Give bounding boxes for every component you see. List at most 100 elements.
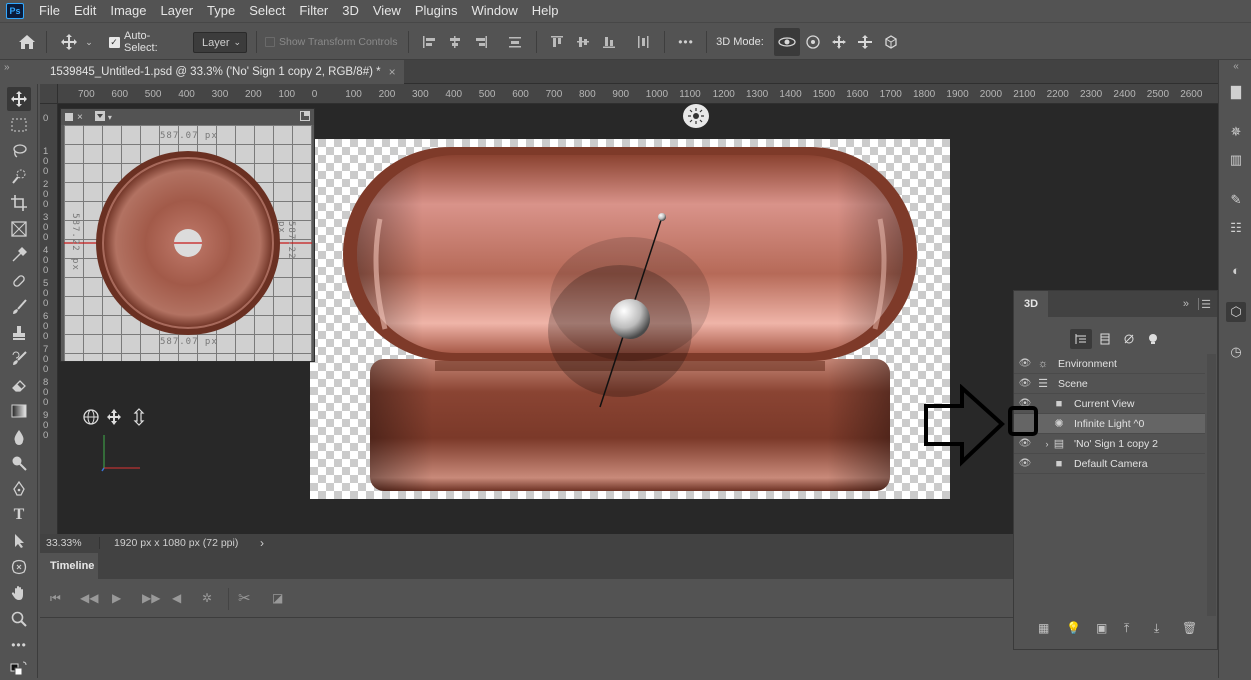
collapse-panel-icon[interactable]: » bbox=[1183, 298, 1189, 310]
meshes-filter-icon[interactable] bbox=[1094, 329, 1116, 349]
light-widget-icon[interactable] bbox=[683, 104, 709, 128]
edit-toolbar-icon[interactable]: ••• bbox=[7, 633, 31, 657]
previous-frame-icon[interactable]: ◀◀ bbox=[80, 591, 98, 605]
properties-sliders-icon[interactable]: ☷ bbox=[1226, 218, 1246, 238]
eyedropper-tool-icon[interactable] bbox=[7, 243, 31, 267]
align-middle-icon[interactable] bbox=[574, 23, 592, 61]
histogram-icon[interactable]: ▇ bbox=[1226, 82, 1246, 102]
toolbar-collapse-icon[interactable]: » bbox=[0, 60, 38, 84]
layer-row-current-view[interactable]: 👁 ■ Current View bbox=[1014, 394, 1205, 414]
secondary-view-window[interactable]: × ▾ 587.07 px 587.07 px 587.22 px 587.22… bbox=[60, 108, 315, 362]
visibility-eye-icon[interactable]: 👁 bbox=[1018, 358, 1032, 369]
status-menu-arrow-icon[interactable]: › bbox=[260, 536, 264, 550]
orbit-3d-icon[interactable] bbox=[774, 28, 800, 56]
layer-row-infinite-light[interactable]: ✺ Infinite Light ^0 bbox=[1014, 414, 1205, 434]
pan-3d-icon[interactable] bbox=[828, 23, 850, 61]
home-icon[interactable] bbox=[14, 23, 40, 61]
spot-healing-tool-icon[interactable] bbox=[7, 269, 31, 293]
dodge-tool-icon[interactable] bbox=[7, 451, 31, 475]
show-transform-checkbox[interactable] bbox=[264, 23, 276, 61]
layer-row-environment[interactable]: 👁 ☼ Environment bbox=[1014, 354, 1205, 374]
tab-3d[interactable]: 3D bbox=[1014, 291, 1048, 317]
align-to-ground-icon[interactable]: ⤓ bbox=[1154, 621, 1159, 636]
clone-stamp-tool-icon[interactable] bbox=[7, 321, 31, 345]
crop-tool-icon[interactable] bbox=[7, 191, 31, 215]
histogram-chart-icon[interactable]: ▥ bbox=[1226, 150, 1246, 170]
gradient-tool-icon[interactable] bbox=[7, 399, 31, 423]
menu-file[interactable]: File bbox=[32, 0, 67, 22]
color-swatches-icon[interactable] bbox=[7, 656, 31, 680]
more-options-icon[interactable]: ••• bbox=[674, 23, 698, 61]
collapse-dock-icon[interactable]: « bbox=[1226, 60, 1246, 72]
align-top-icon[interactable] bbox=[548, 23, 566, 61]
path-selection-tool-icon[interactable] bbox=[7, 529, 31, 553]
add-light-icon[interactable]: 💡 bbox=[1066, 621, 1081, 635]
settings-gear-icon[interactable]: ✲ bbox=[202, 591, 212, 605]
menu-plugins[interactable]: Plugins bbox=[408, 0, 465, 22]
menu-view[interactable]: View bbox=[366, 0, 408, 22]
frame-tool-icon[interactable] bbox=[7, 217, 31, 241]
type-tool-icon[interactable]: T bbox=[7, 503, 31, 527]
auto-select-checkbox[interactable]: ✓ bbox=[108, 23, 120, 61]
move-tool-icon[interactable] bbox=[58, 23, 80, 61]
scale-3d-icon[interactable] bbox=[880, 23, 902, 61]
render-icon[interactable]: ▦ bbox=[1038, 621, 1049, 635]
history-brush-tool-icon[interactable] bbox=[7, 347, 31, 371]
close-icon[interactable]: × bbox=[77, 112, 83, 123]
3d-axis-widget[interactable] bbox=[80, 405, 160, 480]
chevron-down-icon[interactable]: ⌄ bbox=[84, 23, 94, 61]
chevron-down-icon[interactable]: ▾ bbox=[108, 113, 112, 122]
ruler-origin[interactable] bbox=[40, 84, 58, 104]
go-to-first-frame-icon[interactable]: ⏮ bbox=[50, 591, 61, 606]
camera-view-icon[interactable] bbox=[94, 110, 105, 124]
history-icon[interactable]: ◷ bbox=[1226, 342, 1246, 362]
distribute-icon[interactable] bbox=[506, 23, 524, 61]
swap-view-icon[interactable] bbox=[300, 110, 310, 124]
layer-row-default-camera[interactable]: 👁 ■ Default Camera bbox=[1014, 454, 1205, 474]
materials-filter-icon[interactable] bbox=[1118, 329, 1140, 349]
hand-tool-icon[interactable] bbox=[7, 581, 31, 605]
menu-type[interactable]: Type bbox=[200, 0, 242, 22]
close-icon[interactable]: × bbox=[389, 65, 396, 79]
brush-settings-icon[interactable]: ✎ bbox=[1226, 190, 1246, 210]
transition-icon[interactable]: ◪ bbox=[272, 591, 283, 605]
roll-3d-icon[interactable] bbox=[802, 23, 824, 61]
document-canvas[interactable] bbox=[310, 139, 950, 499]
3d-cube-icon[interactable]: ⬡ bbox=[1226, 302, 1246, 322]
layer-row-scene[interactable]: 👁 ☰ Scene bbox=[1014, 374, 1205, 394]
align-center-icon[interactable] bbox=[446, 23, 464, 61]
custom-shape-tool-icon[interactable] bbox=[7, 555, 31, 579]
menu-3d[interactable]: 3D bbox=[335, 0, 366, 22]
quick-select-tool-icon[interactable] bbox=[7, 165, 31, 189]
document-tab[interactable]: 1539845_Untitled-1.psd @ 33.3% ('No' Sig… bbox=[40, 60, 404, 84]
delete-trash-icon[interactable]: 🗑 bbox=[1182, 621, 1197, 635]
menu-image[interactable]: Image bbox=[103, 0, 153, 22]
split-scissors-icon[interactable]: ✂ bbox=[238, 589, 251, 607]
zoom-tool-icon[interactable] bbox=[7, 607, 31, 631]
play-icon[interactable]: ▶ bbox=[112, 591, 121, 605]
lights-filter-icon[interactable] bbox=[1142, 329, 1164, 349]
slide-3d-icon[interactable] bbox=[854, 23, 876, 61]
next-frame-icon[interactable]: ▶▶ bbox=[142, 591, 160, 605]
pen-tool-icon[interactable] bbox=[7, 477, 31, 501]
align-bottom-icon[interactable] bbox=[600, 23, 618, 61]
eraser-tool-icon[interactable] bbox=[7, 373, 31, 397]
auto-select-dropdown[interactable]: Layer ⌄ bbox=[193, 32, 247, 53]
marquee-tool-icon[interactable] bbox=[7, 113, 31, 137]
tab-timeline[interactable]: Timeline bbox=[40, 553, 98, 579]
menu-layer[interactable]: Layer bbox=[154, 0, 201, 22]
menu-select[interactable]: Select bbox=[242, 0, 292, 22]
audio-icon[interactable]: ◀ bbox=[172, 591, 181, 605]
lasso-tool-icon[interactable] bbox=[7, 139, 31, 163]
distribute-vertical-icon[interactable] bbox=[634, 23, 652, 61]
adjustments-icon[interactable]: ✵ bbox=[1226, 122, 1246, 142]
drop-to-ground-icon[interactable]: ⤒ bbox=[1124, 621, 1129, 636]
whole-scene-filter-icon[interactable] bbox=[1070, 329, 1092, 349]
menu-edit[interactable]: Edit bbox=[67, 0, 103, 22]
move-tool-icon[interactable] bbox=[7, 87, 31, 111]
panel-menu-icon[interactable]: ☰ bbox=[1201, 298, 1211, 311]
align-left-icon[interactable] bbox=[420, 23, 438, 61]
zoom-level[interactable]: 33.33% bbox=[40, 536, 100, 549]
secondary-view-top-orthographic[interactable]: 587.07 px 587.07 px 587.22 px 587.22 px bbox=[64, 125, 312, 361]
styles-icon[interactable]: ◐ bbox=[1226, 260, 1246, 280]
